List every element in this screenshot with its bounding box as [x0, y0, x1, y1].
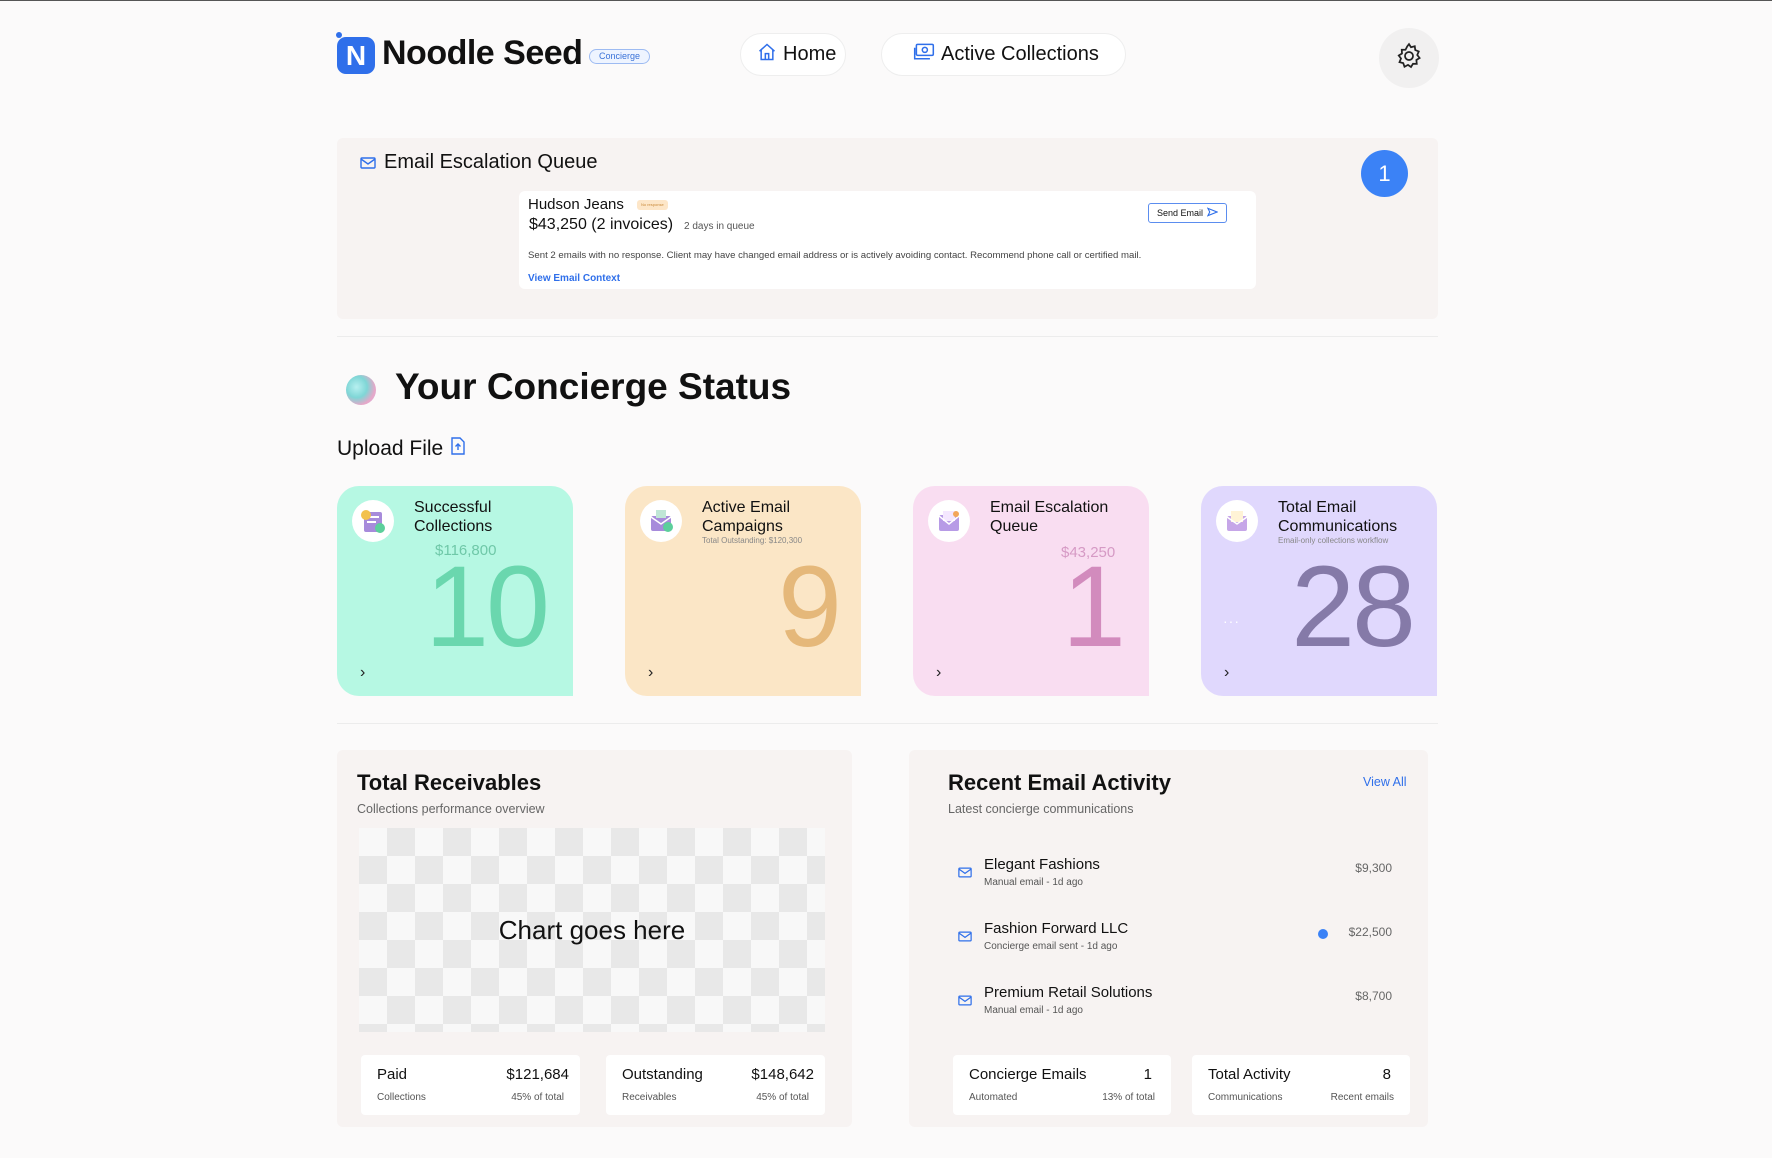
- activity-name: Elegant Fashions: [984, 856, 1100, 873]
- nav-active-label: Active Collections: [941, 43, 1099, 65]
- total-activity-label: Total Activity: [1208, 1066, 1291, 1083]
- paid-foot-right: 45% of total: [511, 1092, 564, 1103]
- paid-foot-left: Collections: [377, 1092, 426, 1103]
- activity-item[interactable]: Premium Retail Solutions Manual email - …: [958, 984, 1398, 1024]
- outstanding-foot-right: 45% of total: [756, 1092, 809, 1103]
- kpi-title: Active Email Campaigns: [702, 499, 791, 535]
- kpi-title: Email Escalation Queue: [990, 499, 1109, 535]
- kpi-value: 28: [1291, 543, 1416, 671]
- kpi-card-total-email-communications[interactable]: Total Email Communications Email-only co…: [1201, 486, 1437, 696]
- activity-meta: Manual email - 1d ago: [984, 877, 1083, 888]
- nav-active-collections[interactable]: Active Collections: [881, 33, 1126, 76]
- receivables-title: Total Receivables: [357, 770, 542, 795]
- paid-label: Paid: [377, 1066, 408, 1083]
- chevron-right-icon: ›: [936, 664, 942, 681]
- kpi-card-active-email-campaigns[interactable]: Active Email Campaigns Total Outstanding…: [625, 486, 861, 696]
- more-icon: ···: [1223, 613, 1240, 629]
- send-icon: [1206, 207, 1219, 219]
- total-activity-foot-left: Communications: [1208, 1092, 1283, 1103]
- email-campaign-icon: [640, 500, 682, 542]
- home-icon: [757, 42, 777, 68]
- activity-subtitle: Latest concierge communications: [948, 802, 1134, 816]
- escalation-description: Sent 2 emails with no response. Client m…: [528, 250, 1142, 261]
- outstanding-foot-left: Receivables: [622, 1092, 677, 1103]
- kpi-value: 10: [425, 543, 550, 671]
- activity-name: Fashion Forward LLC: [984, 920, 1129, 937]
- paid-value: $121,684: [506, 1066, 569, 1083]
- concierge-emails-value: 1: [1143, 1066, 1152, 1083]
- settings-button[interactable]: [1379, 28, 1439, 88]
- kpi-title: Successful Collections: [414, 499, 493, 535]
- gear-icon: [1394, 41, 1424, 76]
- send-email-button[interactable]: Send Email: [1148, 203, 1227, 223]
- status-title: Your Concierge Status: [395, 366, 792, 407]
- nav-home-label: Home: [783, 43, 837, 65]
- concierge-orb-icon: [346, 375, 376, 405]
- section-divider: [337, 336, 1438, 337]
- mail-icon: [958, 865, 972, 883]
- window-top-border: [0, 0, 1772, 1]
- kpi-value: 1: [1062, 543, 1126, 671]
- outstanding-summary: Outstanding $148,642 Receivables 45% of …: [606, 1055, 825, 1115]
- mail-icon: [958, 929, 972, 947]
- view-email-context-link[interactable]: View Email Context: [528, 273, 620, 284]
- unread-dot: [1318, 929, 1328, 939]
- escalation-client-name: Hudson Jeans: [528, 196, 624, 213]
- no-response-badge: No response: [637, 200, 668, 210]
- paid-summary: Paid $121,684 Collections 45% of total: [361, 1055, 580, 1115]
- logo-mark[interactable]: N: [337, 37, 375, 74]
- upload-file-button[interactable]: Upload File: [337, 437, 465, 461]
- kpi-title: Total Email Communications: [1278, 499, 1398, 535]
- activity-name: Premium Retail Solutions: [984, 984, 1153, 1001]
- activity-title: Recent Email Activity: [948, 770, 1171, 795]
- app-name: Noodle Seed: [382, 34, 583, 72]
- escalation-days: 2 days in queue: [684, 221, 755, 232]
- chevron-right-icon: ›: [360, 664, 366, 681]
- concierge-emails-summary: Concierge Emails 1 Automated 13% of tota…: [953, 1055, 1171, 1115]
- total-activity-summary: Total Activity 8 Communications Recent e…: [1192, 1055, 1410, 1115]
- file-upload-icon: [451, 437, 465, 461]
- nav-home[interactable]: Home: [740, 33, 846, 76]
- concierge-badge: Concierge: [589, 49, 651, 64]
- activity-amount: $22,500: [1348, 925, 1392, 939]
- escalation-envelope-icon: [928, 500, 970, 542]
- outstanding-value: $148,642: [751, 1066, 814, 1083]
- send-email-label: Send Email: [1156, 208, 1204, 218]
- escalation-title: Email Escalation Queue: [384, 151, 598, 173]
- view-all-link[interactable]: View All: [1363, 775, 1407, 789]
- chart-placeholder-label: Chart goes here: [498, 914, 686, 945]
- activity-item[interactable]: Fashion Forward LLC Concierge email sent…: [958, 920, 1398, 960]
- chevron-right-icon: ›: [648, 664, 654, 681]
- activity-item[interactable]: Elegant Fashions Manual email - 1d ago $…: [958, 856, 1398, 896]
- activity-amount: $9,300: [1355, 861, 1392, 875]
- kpi-card-email-escalation-queue[interactable]: Email Escalation Queue $43,250 1 ›: [913, 486, 1149, 696]
- activity-meta: Concierge email sent - 1d ago: [984, 941, 1118, 952]
- kpi-card-successful-collections[interactable]: Successful Collections $116,800 10 ›: [337, 486, 573, 696]
- upload-file-label: Upload File: [337, 437, 444, 460]
- communications-envelope-icon: [1216, 500, 1258, 542]
- chevron-right-icon: ›: [1224, 664, 1230, 681]
- kpi-value: 9: [778, 543, 842, 671]
- concierge-emails-foot-left: Automated: [969, 1092, 1018, 1103]
- concierge-emails-foot-right: 13% of total: [1102, 1092, 1155, 1103]
- collections-icon: [352, 500, 394, 542]
- concierge-emails-label: Concierge Emails: [969, 1066, 1087, 1083]
- activity-meta: Manual email - 1d ago: [984, 1005, 1083, 1016]
- total-activity-foot-right: Recent emails: [1330, 1092, 1394, 1103]
- money-icon: [913, 42, 935, 68]
- escalation-item-card: [519, 191, 1256, 289]
- chart-placeholder: Chart goes here: [359, 828, 825, 1032]
- escalation-amount: $43,250 (2 invoices): [529, 216, 674, 233]
- total-activity-value: 8: [1382, 1066, 1391, 1083]
- mail-icon: [360, 156, 376, 174]
- receivables-subtitle: Collections performance overview: [357, 802, 545, 816]
- section-divider: [337, 723, 1438, 724]
- activity-amount: $8,700: [1355, 989, 1392, 1003]
- escalation-count-badge: 1: [1361, 150, 1408, 197]
- mail-icon: [958, 993, 972, 1011]
- outstanding-label: Outstanding: [622, 1066, 703, 1083]
